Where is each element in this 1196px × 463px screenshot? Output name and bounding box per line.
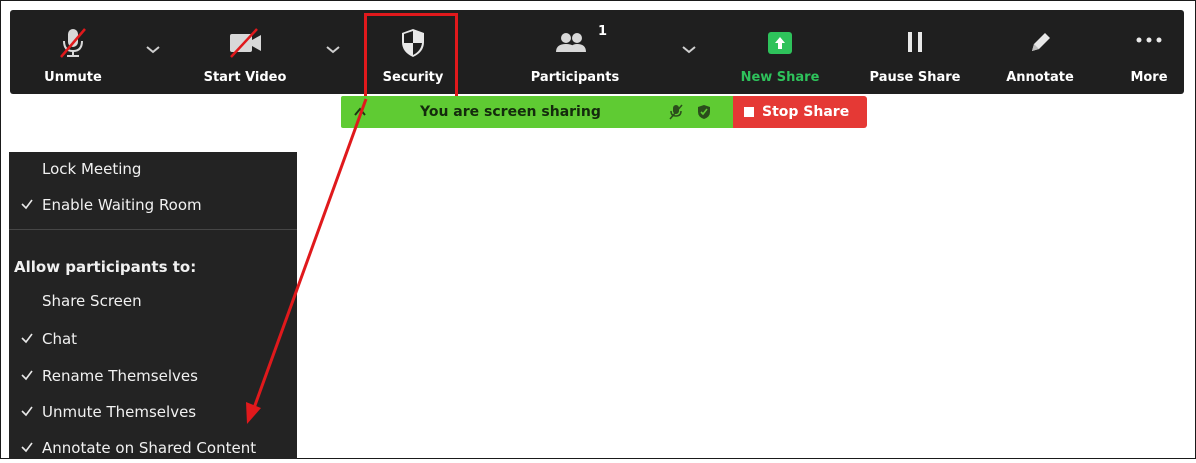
stop-share-button[interactable]: Stop Share <box>733 96 867 128</box>
checkmark-icon <box>20 404 34 422</box>
allow-participants-header: Allow participants to: <box>9 252 297 282</box>
start-video-label: Start Video <box>203 70 287 85</box>
allow-participants-label: Allow participants to: <box>14 258 197 276</box>
stop-square-icon <box>744 107 754 117</box>
shield-small-icon <box>697 104 711 124</box>
pause-icon <box>903 30 927 58</box>
menu-item-enable-waiting-room[interactable]: Enable Waiting Room <box>9 190 297 220</box>
start-video-button[interactable]: Start Video <box>190 10 300 94</box>
annotate-label: Annotate <box>1006 70 1074 85</box>
waiting-room-label: Enable Waiting Room <box>42 196 202 214</box>
unmute-label: Unmute <box>44 70 102 85</box>
muted-microphone-icon <box>56 26 90 64</box>
menu-item-chat[interactable]: Chat <box>9 324 297 354</box>
menu-item-rename-themselves[interactable]: Rename Themselves <box>9 361 297 391</box>
participants-icon <box>553 26 593 64</box>
checkmark-icon <box>20 368 34 386</box>
caret-up-icon[interactable] <box>353 104 367 123</box>
participants-label: Participants <box>530 70 620 85</box>
pause-share-label: Pause Share <box>869 70 961 85</box>
security-menu: Lock Meeting Enable Waiting Room Allow p… <box>9 152 297 459</box>
stop-share-label: Stop Share <box>762 104 850 120</box>
participants-button[interactable]: 1 Participants <box>520 10 630 94</box>
rename-themselves-label: Rename Themselves <box>42 367 198 385</box>
pause-share-button[interactable]: Pause Share <box>860 10 970 94</box>
menu-item-share-screen[interactable]: Share Screen <box>9 286 297 316</box>
menu-item-unmute-themselves[interactable]: Unmute Themselves <box>9 397 297 427</box>
participants-count: 1 <box>598 24 608 39</box>
share-screen-arrow-icon <box>768 32 792 58</box>
more-button[interactable]: More <box>1114 10 1184 94</box>
video-options-chevron-down-icon[interactable] <box>324 40 342 58</box>
unmute-themselves-label: Unmute Themselves <box>42 403 197 421</box>
checkmark-icon <box>20 331 34 349</box>
screen-sharing-bar[interactable]: You are screen sharing <box>341 96 733 128</box>
chat-label: Chat <box>42 330 78 348</box>
more-label: More <box>1130 70 1168 85</box>
meeting-toolbar: Unmute Start Video Security 1 Participan… <box>10 10 1184 94</box>
unmute-button[interactable]: Unmute <box>28 10 118 94</box>
menu-item-lock-meeting[interactable]: Lock Meeting <box>9 154 297 184</box>
sharing-status-text: You are screen sharing <box>420 104 601 120</box>
security-highlight-box <box>364 13 458 99</box>
participants-options-chevron-down-icon[interactable] <box>680 40 698 58</box>
muted-microphone-small-icon <box>669 104 683 124</box>
annotate-shared-content-label: Annotate on Shared Content <box>42 439 257 457</box>
checkmark-icon <box>20 197 34 215</box>
video-off-icon <box>225 26 265 64</box>
lock-meeting-label: Lock Meeting <box>42 160 142 178</box>
ellipsis-icon <box>1134 34 1164 49</box>
share-screen-label: Share Screen <box>42 292 142 310</box>
checkmark-icon <box>20 440 34 458</box>
annotate-button[interactable]: Annotate <box>995 10 1085 94</box>
menu-divider <box>9 229 297 230</box>
new-share-label: New Share <box>740 70 820 85</box>
pencil-icon <box>1027 30 1053 60</box>
new-share-button[interactable]: New Share <box>730 10 830 94</box>
audio-options-chevron-down-icon[interactable] <box>144 40 162 58</box>
